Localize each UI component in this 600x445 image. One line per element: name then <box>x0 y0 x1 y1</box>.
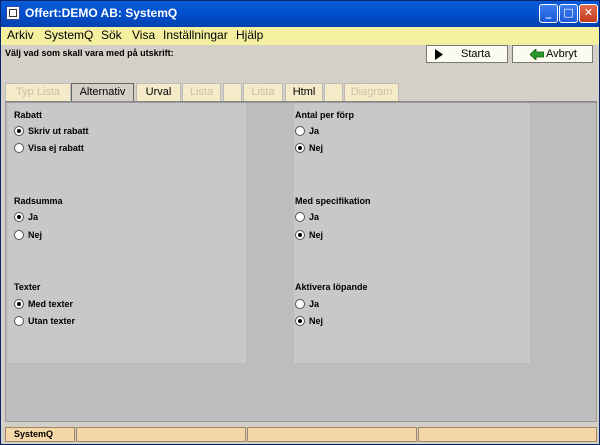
option-label: Skriv ut rabatt <box>28 126 89 136</box>
option-label: Med texter <box>28 299 74 309</box>
status-cell-2 <box>76 427 246 442</box>
status-bar: SystemQ <box>5 427 597 442</box>
radio-indicator <box>14 143 24 153</box>
option-label: Nej <box>28 230 43 240</box>
radio-selected-indicator <box>14 212 24 222</box>
option-label: Ja <box>28 212 39 222</box>
option-label: Ja <box>309 212 320 222</box>
tab-strip: Typ Lista Alternativ Urval Lista Lista H… <box>1 83 599 102</box>
tab-alternativ[interactable]: Alternativ <box>71 83 134 101</box>
option-label: Ja <box>309 126 320 136</box>
close-button[interactable]: ✕ <box>579 4 598 23</box>
cancel-label: Avbryt <box>546 48 577 60</box>
status-cell-3 <box>247 427 417 442</box>
option-label: Nej <box>309 143 324 153</box>
back-arrow-icon <box>530 49 544 60</box>
status-app: SystemQ <box>5 427 75 442</box>
tab-html[interactable]: Html <box>285 83 323 101</box>
option-label: Nej <box>309 230 324 240</box>
tab-empty-2[interactable] <box>324 83 343 101</box>
right-options-panel: Antal per förp Ja Nej Med specifikation … <box>294 103 530 363</box>
window-title: Offert:DEMO AB: SystemQ <box>25 6 178 20</box>
option-label: Nej <box>309 316 324 326</box>
radio-indicator <box>295 212 305 222</box>
option-label: Ja <box>309 299 320 309</box>
option-label: Utan texter <box>28 316 76 326</box>
radio-selected-indicator <box>295 143 305 153</box>
menu-sok[interactable]: Sök <box>101 28 122 42</box>
tab-urval[interactable]: Urval <box>136 83 181 101</box>
radio-selected-indicator <box>295 316 305 326</box>
start-label: Starta <box>461 48 491 60</box>
tab-empty-1[interactable] <box>223 83 242 101</box>
status-cell-4 <box>418 427 597 442</box>
menu-hjalp[interactable]: Hjälp <box>236 28 263 42</box>
radio-indicator <box>14 316 24 326</box>
radio-selected-indicator <box>295 230 305 240</box>
menu-arkiv[interactable]: Arkiv <box>7 28 34 42</box>
start-button[interactable]: Starta <box>426 45 508 63</box>
radio-indicator <box>295 299 305 309</box>
menu-installningar[interactable]: Inställningar <box>163 28 228 42</box>
cancel-button[interactable]: Avbryt <box>512 45 593 63</box>
title-bar[interactable]: Offert:DEMO AB: SystemQ _ □ ✕ <box>1 1 599 27</box>
group-radsumma-label: Radsumma <box>14 196 63 206</box>
group-antal-label: Antal per förp <box>295 110 355 120</box>
app-window: Offert:DEMO AB: SystemQ _ □ ✕ Arkiv Syst… <box>0 0 600 445</box>
menu-systemq[interactable]: SystemQ <box>44 28 93 42</box>
radio-indicator <box>14 230 24 240</box>
left-options-panel: Rabatt Skriv ut rabatt Visa ej rabatt Ra… <box>8 103 246 363</box>
tab-lista-2[interactable]: Lista <box>243 83 283 101</box>
group-spec-label: Med specifikation <box>295 196 371 206</box>
print-prompt: Välj vad som skall vara med på utskrift: <box>5 48 174 58</box>
alternativ-panel: Rabatt Skriv ut rabatt Visa ej rabatt Ra… <box>5 102 597 422</box>
tab-diagram[interactable]: Diagram <box>344 83 399 101</box>
minimize-button[interactable]: _ <box>539 4 558 23</box>
tab-lista-1[interactable]: Lista <box>182 83 221 101</box>
maximize-button[interactable]: □ <box>559 4 578 23</box>
group-texter-label: Texter <box>14 282 41 292</box>
app-icon[interactable] <box>6 6 20 20</box>
group-rabatt-label: Rabatt <box>14 110 43 120</box>
tab-typ-lista[interactable]: Typ Lista <box>5 83 71 101</box>
option-label: Visa ej rabatt <box>28 143 84 153</box>
menu-visa[interactable]: Visa <box>132 28 155 42</box>
group-lopande-label: Aktivera löpande <box>295 282 368 292</box>
radio-indicator <box>295 126 305 136</box>
radio-selected-indicator <box>14 299 24 309</box>
radio-selected-indicator <box>14 126 24 136</box>
menu-bar: Arkiv SystemQ Sök Visa Inställningar Hjä… <box>1 27 599 45</box>
play-icon <box>435 49 443 60</box>
